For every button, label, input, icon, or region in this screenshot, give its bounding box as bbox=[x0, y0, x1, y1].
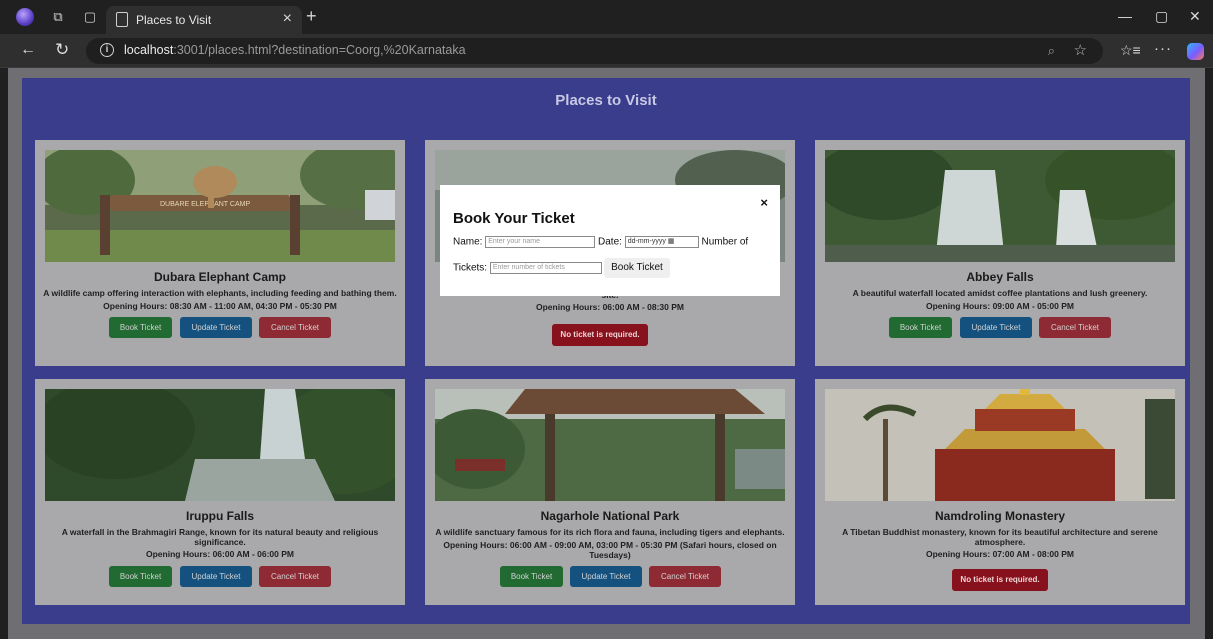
book-ticket-button[interactable]: Book Ticket bbox=[109, 566, 172, 587]
page-icon bbox=[116, 12, 128, 27]
close-window-icon[interactable]: ✕ bbox=[1189, 8, 1201, 25]
place-title: Nagarhole National Park bbox=[540, 509, 680, 523]
browser-tab[interactable]: Places to Visit × bbox=[106, 6, 302, 34]
tickets-input[interactable]: Enter number of tickets bbox=[489, 262, 602, 274]
place-hours: Opening Hours: 07:00 AM - 08:00 PM bbox=[926, 549, 1074, 559]
zoom-icon[interactable]: ⌕ bbox=[1048, 43, 1055, 59]
name-label: Name: bbox=[453, 236, 483, 248]
page-viewport: Places to Visit DUBARE ELEPHANT CAMP Dub… bbox=[8, 68, 1205, 639]
tickets-label-part2: Tickets: bbox=[453, 262, 488, 274]
minimize-icon[interactable]: — bbox=[1118, 8, 1132, 24]
place-description: A Tibetan Buddhist monastery, known for … bbox=[842, 527, 1158, 547]
place-hours: Opening Hours: 06:00 AM - 09:00 AM, 03:0… bbox=[443, 540, 777, 560]
favorites-icon[interactable]: ☆≡ bbox=[1120, 42, 1141, 59]
place-image bbox=[825, 389, 1175, 501]
place-description: A wildlife sanctuary famous for its rich… bbox=[435, 527, 785, 537]
place-image: DUBARE ELEPHANT CAMP bbox=[45, 150, 395, 262]
place-title: Namdroling Monastery bbox=[934, 509, 1066, 523]
places-panel: Places to Visit DUBARE ELEPHANT CAMP Dub… bbox=[22, 78, 1190, 624]
new-tab-icon[interactable]: + bbox=[306, 6, 317, 27]
tab-title: Places to Visit bbox=[136, 13, 212, 27]
page-title: Places to Visit bbox=[555, 92, 657, 109]
book-ticket-button[interactable]: Book Ticket bbox=[889, 317, 952, 338]
place-description: A wildlife camp offering interaction wit… bbox=[43, 288, 397, 298]
sign-text: DUBARE ELEPHANT CAMP bbox=[160, 201, 250, 208]
booking-modal: × Book Your Ticket Name: Enter your name… bbox=[440, 185, 780, 296]
address-bar: ← ↻ i localhost:3001/places.html?destina… bbox=[0, 34, 1213, 68]
url-host: localhost bbox=[124, 43, 174, 57]
update-ticket-button[interactable]: Update Ticket bbox=[960, 317, 1032, 338]
copilot-icon[interactable] bbox=[1187, 43, 1204, 60]
submit-booking-button[interactable]: Book Ticket bbox=[604, 258, 670, 278]
url-field[interactable]: i localhost:3001/places.html?destination… bbox=[86, 38, 1103, 64]
more-icon[interactable]: ··· bbox=[1154, 40, 1172, 57]
book-ticket-button[interactable]: Book Ticket bbox=[500, 566, 563, 587]
star-icon[interactable]: ☆ bbox=[1074, 41, 1087, 59]
update-ticket-button[interactable]: Update Ticket bbox=[570, 566, 642, 587]
cancel-ticket-button[interactable]: Cancel Ticket bbox=[1039, 317, 1111, 338]
reload-icon[interactable]: ↻ bbox=[55, 40, 69, 60]
update-ticket-button[interactable]: Update Ticket bbox=[180, 317, 252, 338]
place-card: Abbey Falls A beautiful waterfall locate… bbox=[815, 140, 1185, 366]
place-card: Nagarhole National Park A wildlife sanct… bbox=[425, 379, 795, 605]
place-description: A waterfall in the Brahmagiri Range, kno… bbox=[61, 527, 379, 547]
date-input[interactable]: dd-mm-yyyy ▦ bbox=[624, 236, 699, 248]
workspaces-icon[interactable]: ⧉ bbox=[50, 9, 66, 25]
update-ticket-button[interactable]: Update Ticket bbox=[180, 566, 252, 587]
info-icon[interactable]: i bbox=[100, 43, 114, 57]
place-hours: Opening Hours: 06:00 AM - 06:00 PM bbox=[146, 549, 294, 559]
cancel-ticket-button[interactable]: Cancel Ticket bbox=[259, 566, 331, 587]
url-text[interactable]: localhost:3001/places.html?destination=C… bbox=[124, 43, 466, 57]
tab-actions-icon[interactable]: ▢ bbox=[82, 9, 98, 25]
modal-row-2: Tickets: Enter number of tickets bbox=[453, 262, 602, 274]
place-title: Dubara Elephant Camp bbox=[153, 270, 287, 284]
date-value: dd-mm-yyyy bbox=[627, 238, 666, 245]
cancel-ticket-button[interactable]: Cancel Ticket bbox=[259, 317, 331, 338]
place-image bbox=[45, 389, 395, 501]
book-ticket-button[interactable]: Book Ticket bbox=[109, 317, 172, 338]
place-card: Iruppu Falls A waterfall in the Brahmagi… bbox=[35, 379, 405, 605]
url-path: :3001/places.html?destination=Coorg,%20K… bbox=[173, 43, 466, 57]
modal-title: Book Your Ticket bbox=[453, 210, 575, 227]
tickets-label-part1: Number of bbox=[701, 236, 749, 248]
place-description: A beautiful waterfall located amidst cof… bbox=[852, 288, 1148, 298]
no-ticket-required-button[interactable]: No ticket is required. bbox=[952, 569, 1048, 591]
browser-tab-bar: ⧉ ▢ Places to Visit × + — ▢ ✕ bbox=[0, 0, 1213, 34]
close-icon[interactable]: × bbox=[760, 195, 768, 210]
modal-row-1: Name: Enter your name Date: dd-mm-yyyy ▦… bbox=[453, 236, 748, 248]
place-title: Abbey Falls bbox=[966, 270, 1034, 284]
cancel-ticket-button[interactable]: Cancel Ticket bbox=[649, 566, 721, 587]
name-input[interactable]: Enter your name bbox=[485, 236, 596, 248]
place-hours: Opening Hours: 09:00 AM - 05:00 PM bbox=[926, 301, 1074, 311]
profile-icon[interactable] bbox=[16, 8, 34, 26]
date-label: Date: bbox=[598, 236, 622, 248]
no-ticket-required-button[interactable]: No ticket is required. bbox=[552, 324, 648, 346]
restore-icon[interactable]: ▢ bbox=[1155, 8, 1168, 25]
place-hours: Opening Hours: 06:00 AM - 08:30 PM bbox=[536, 302, 684, 312]
close-tab-icon[interactable]: × bbox=[283, 10, 292, 28]
place-hours: Opening Hours: 08:30 AM - 11:00 AM, 04:3… bbox=[103, 301, 337, 311]
place-card: DUBARE ELEPHANT CAMP Dubara Elephant Cam… bbox=[35, 140, 405, 366]
calendar-icon[interactable]: ▦ bbox=[668, 238, 675, 245]
place-image bbox=[825, 150, 1175, 262]
place-image bbox=[435, 389, 785, 501]
place-title: Iruppu Falls bbox=[185, 509, 254, 523]
back-icon[interactable]: ← bbox=[20, 41, 36, 59]
place-card: Namdroling Monastery A Tibetan Buddhist … bbox=[815, 379, 1185, 605]
